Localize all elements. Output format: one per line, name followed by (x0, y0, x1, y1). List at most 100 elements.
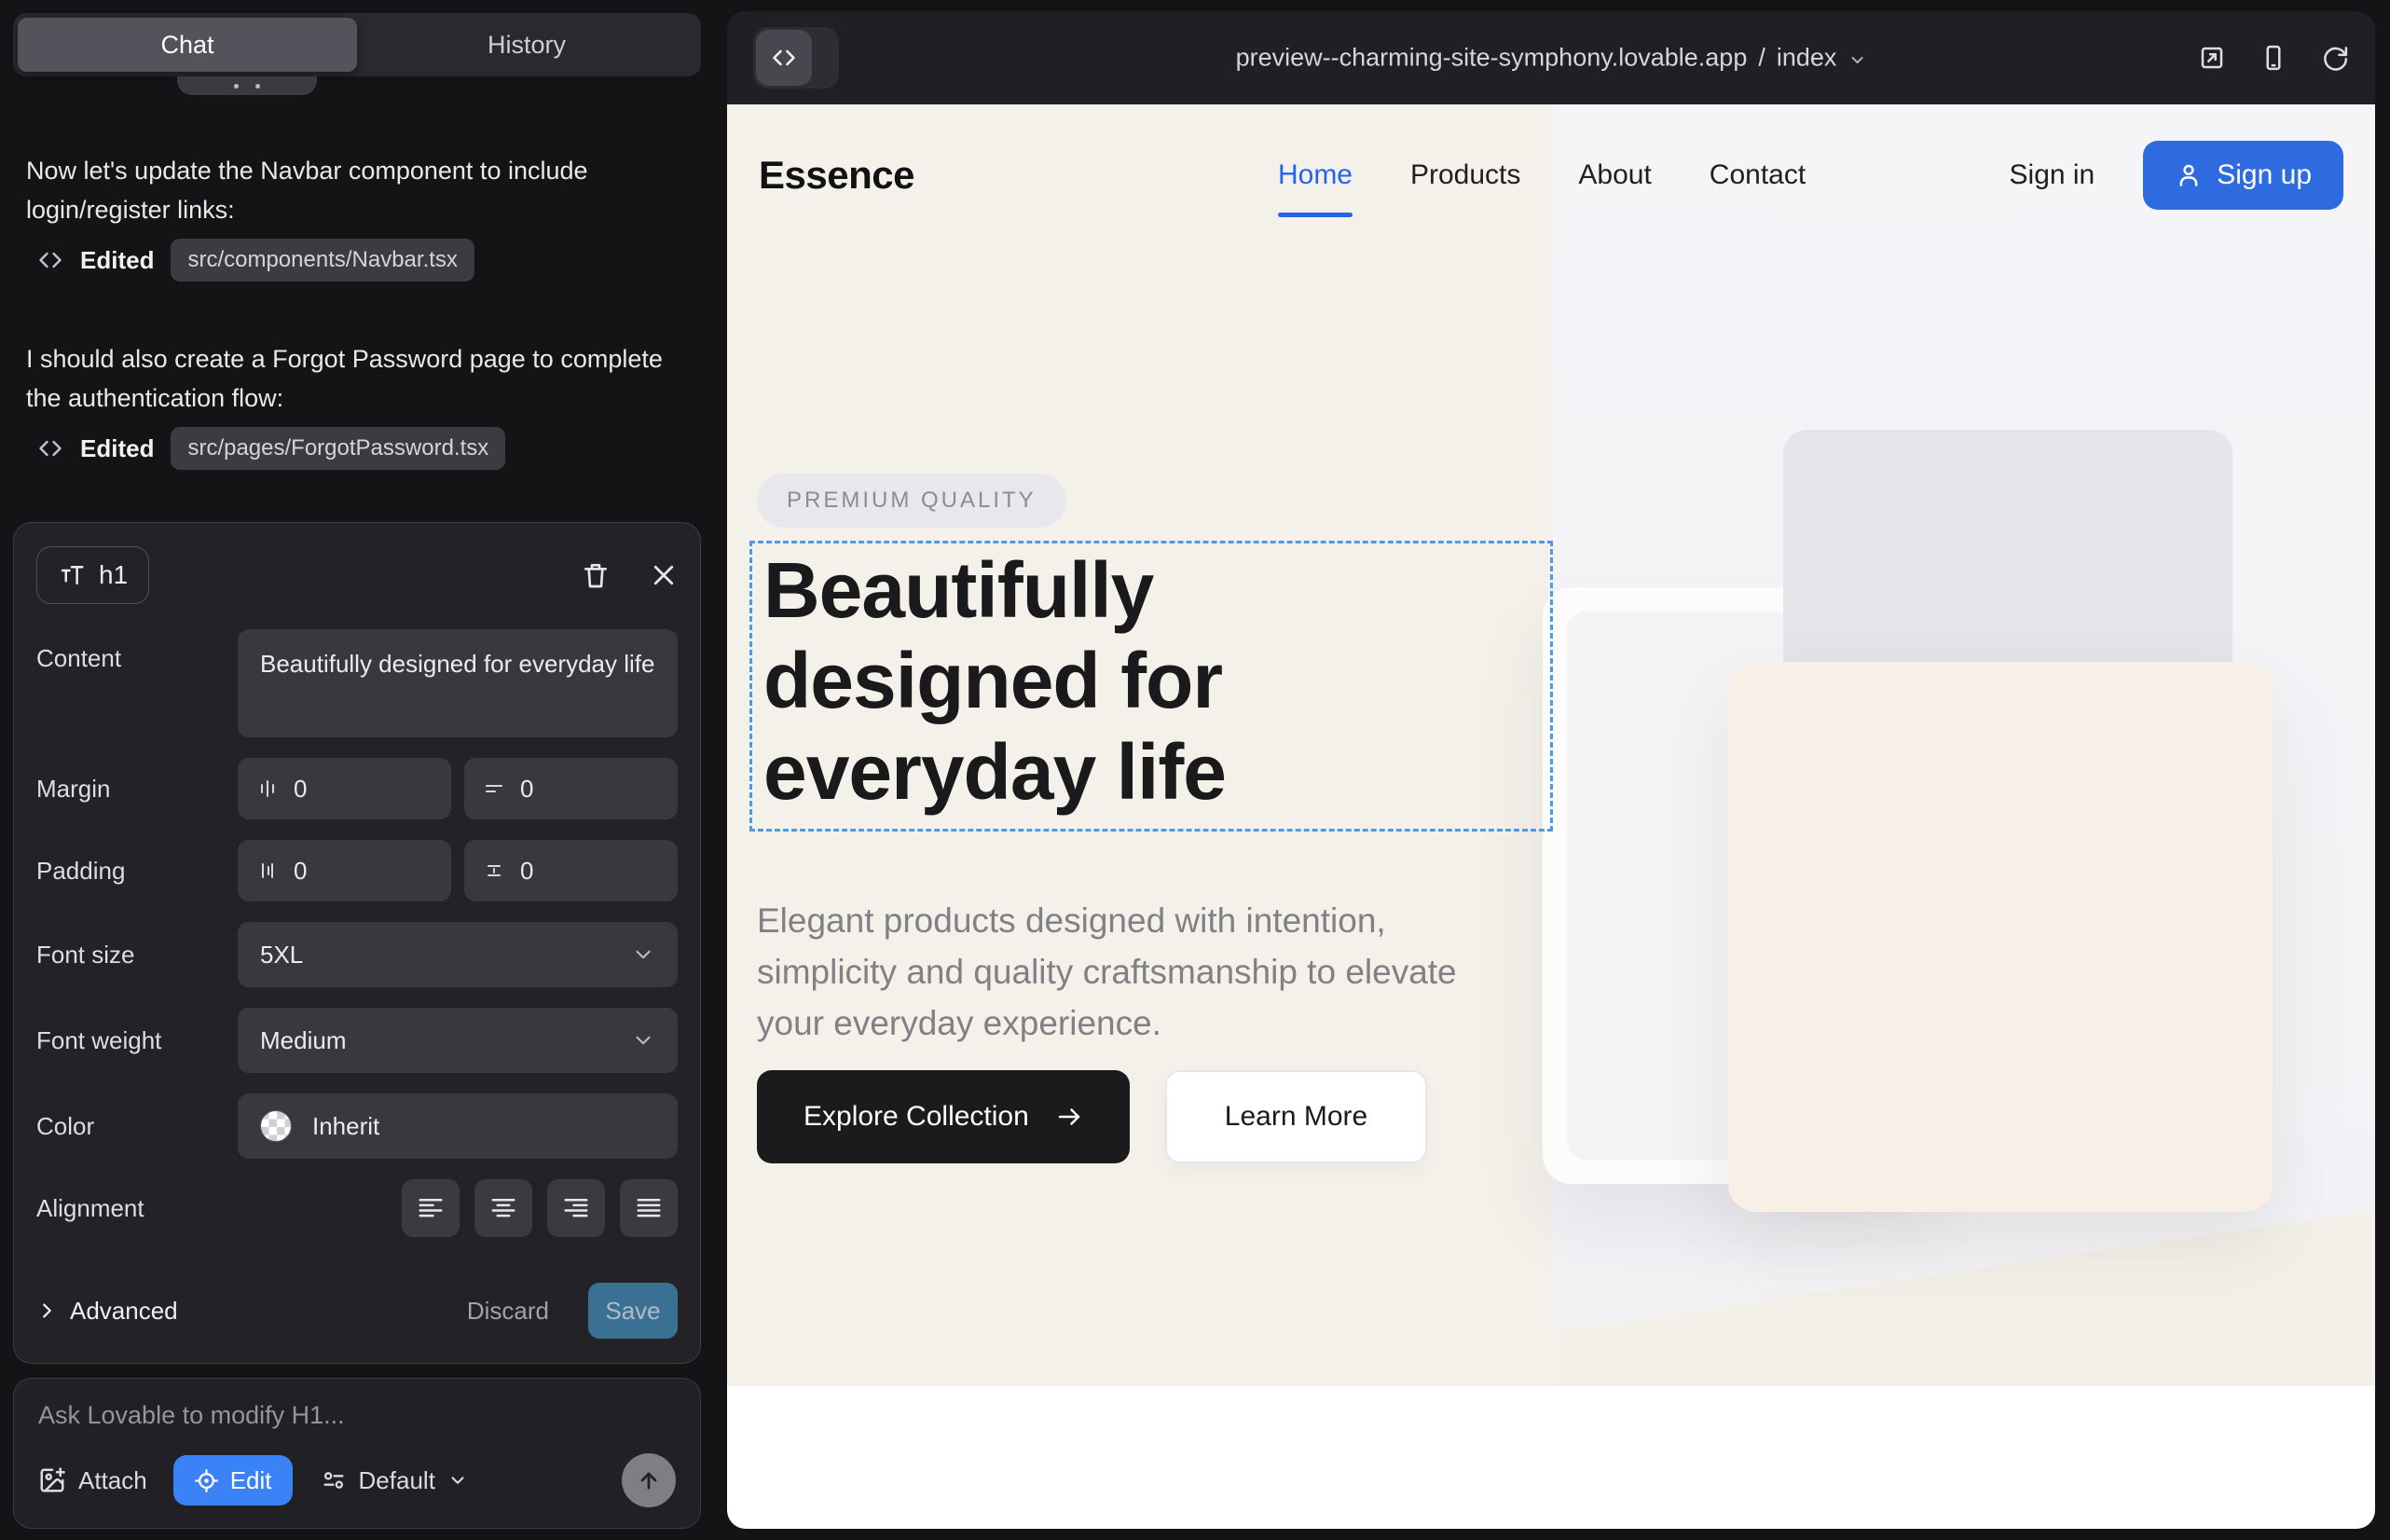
mode-selector[interactable]: Default (321, 1466, 468, 1495)
element-tag-pill[interactable]: h1 (36, 546, 149, 604)
site-logo[interactable]: Essence (759, 153, 914, 198)
arrow-right-icon (1055, 1103, 1083, 1131)
align-center-icon (489, 1194, 517, 1222)
send-button[interactable] (622, 1453, 676, 1507)
hero-section: Essence Home Products About Contact Sign… (727, 104, 2375, 1386)
mobile-view-icon[interactable] (2260, 44, 2287, 72)
edited-file-row: Edited src/components/Navbar.tsx (37, 239, 474, 282)
learn-more-button[interactable]: Learn More (1165, 1070, 1427, 1163)
edited-file-row: Edited src/pages/ForgotPassword.tsx (37, 427, 505, 470)
tab-chat[interactable]: Chat (18, 18, 357, 72)
chevron-right-icon (36, 1300, 57, 1321)
font-size-select[interactable]: 5XL (238, 922, 678, 987)
sliders-icon (321, 1467, 347, 1493)
code-icon (37, 247, 63, 273)
nav-links: Home Products About Contact (1278, 159, 1806, 191)
locate-target-icon (194, 1468, 219, 1493)
premium-quality-badge: PREMIUM QUALITY (757, 474, 1066, 528)
open-external-icon[interactable] (2198, 44, 2226, 72)
close-icon[interactable] (650, 561, 678, 589)
chevron-down-icon (1847, 50, 1866, 69)
font-size-label: Font size (36, 941, 238, 969)
delete-element-button[interactable] (581, 560, 611, 590)
scrolled-badge-clipped (177, 76, 317, 95)
align-justify-icon (635, 1194, 663, 1222)
align-right-icon (562, 1194, 590, 1222)
sign-up-label: Sign up (2217, 159, 2312, 191)
tab-history[interactable]: History (357, 18, 696, 72)
refresh-icon[interactable] (2321, 44, 2349, 72)
chat-history-tabs: Chat History (13, 13, 701, 76)
file-badge[interactable]: src/components/Navbar.tsx (171, 239, 474, 282)
nav-link-contact[interactable]: Contact (1710, 159, 1806, 191)
margin-y-input[interactable]: 0 (464, 758, 678, 819)
composer-placeholder[interactable]: Ask Lovable to modify H1... (38, 1401, 676, 1430)
hero-headline[interactable]: Beautifully designed for everyday life (763, 545, 1453, 818)
font-weight-row: Font weight Medium (36, 1008, 678, 1073)
advanced-label: Advanced (70, 1297, 178, 1326)
mode-label: Default (359, 1466, 435, 1495)
content-row: Content Beautifully designed for everyda… (36, 629, 678, 737)
content-input[interactable]: Beautifully designed for everyday life (238, 629, 678, 737)
chevron-down-icon (447, 1470, 468, 1491)
margin-x-icon (256, 777, 279, 800)
save-button[interactable]: Save (588, 1283, 678, 1339)
chevron-down-icon (631, 1028, 655, 1052)
edit-mode-button[interactable]: Edit (173, 1455, 293, 1506)
alignment-row: Alignment (36, 1179, 678, 1237)
assistant-message: Now let's update the Navbar component to… (26, 152, 690, 230)
align-center-button[interactable] (474, 1179, 532, 1237)
site-navbar: Essence Home Products About Contact Sign… (727, 104, 2375, 246)
toolbar-actions (2198, 44, 2349, 72)
explore-collection-button[interactable]: Explore Collection (757, 1070, 1130, 1163)
decorative-card-cream (1728, 662, 2273, 1212)
h1-selection-outline[interactable]: Beautifully designed for everyday life (749, 541, 1553, 832)
color-label: Color (36, 1112, 238, 1141)
advanced-toggle[interactable]: Advanced (36, 1297, 178, 1326)
padding-y-icon (483, 859, 505, 882)
assistant-message: I should also create a Forgot Password p… (26, 340, 690, 419)
align-left-button[interactable] (402, 1179, 460, 1237)
padding-y-input[interactable]: 0 (464, 840, 678, 901)
font-weight-select[interactable]: Medium (238, 1008, 678, 1073)
url-bar[interactable]: preview--charming-site-symphony.lovable.… (1236, 44, 1867, 73)
code-view-toggle[interactable] (753, 27, 839, 89)
element-tag-label: h1 (99, 560, 128, 590)
explore-collection-label: Explore Collection (804, 1101, 1029, 1133)
color-select[interactable]: Inherit (238, 1093, 678, 1159)
arrow-up-icon (636, 1467, 662, 1493)
align-justify-button[interactable] (620, 1179, 678, 1237)
edited-label: Edited (80, 434, 154, 463)
sign-in-link[interactable]: Sign in (2010, 159, 2095, 191)
align-right-button[interactable] (547, 1179, 605, 1237)
margin-y-icon (483, 777, 505, 800)
chat-composer[interactable]: Ask Lovable to modify H1... Attach Edit (13, 1378, 701, 1529)
color-swatch (260, 1110, 292, 1142)
type-icon (58, 561, 86, 589)
composer-toolbar: Attach Edit Default (38, 1453, 676, 1507)
nav-link-about[interactable]: About (1578, 159, 1651, 191)
sign-up-button[interactable]: Sign up (2143, 141, 2343, 210)
editor-footer: Advanced Discard Save (36, 1283, 678, 1339)
discard-button[interactable]: Discard (467, 1297, 549, 1326)
nav-link-products[interactable]: Products (1410, 159, 1520, 191)
chat-panel: Chat History Now let's update the Navbar… (0, 0, 714, 1540)
padding-x-input[interactable]: 0 (238, 840, 451, 901)
padding-row: Padding 0 0 (36, 840, 678, 901)
font-size-row: Font size 5XL (36, 922, 678, 987)
lovable-app: Chat History Now let's update the Navbar… (0, 0, 2390, 1540)
file-badge[interactable]: src/pages/ForgotPassword.tsx (171, 427, 505, 470)
image-plus-icon (38, 1466, 66, 1494)
content-label: Content (36, 629, 238, 673)
preview-browser-frame: preview--charming-site-symphony.lovable.… (727, 11, 2375, 1529)
padding-x-icon (256, 859, 279, 882)
learn-more-label: Learn More (1225, 1101, 1367, 1133)
code-icon (37, 435, 63, 461)
url-path: index (1777, 44, 1837, 73)
nav-link-home[interactable]: Home (1278, 159, 1353, 191)
margin-x-input[interactable]: 0 (238, 758, 451, 819)
preview-viewport: Essence Home Products About Contact Sign… (727, 104, 2375, 1529)
attach-button[interactable]: Attach (38, 1466, 147, 1495)
color-row: Color Inherit (36, 1093, 678, 1159)
url-separator: / (1758, 44, 1765, 73)
